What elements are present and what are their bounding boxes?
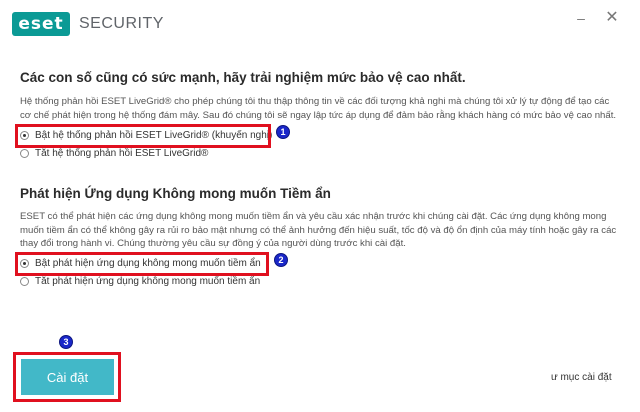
highlight-box-livegrid	[15, 124, 271, 148]
pua-title: Phát hiện Ứng dụng Không mong muốn Tiềm …	[20, 186, 331, 201]
close-icon[interactable]: ✕	[602, 8, 622, 28]
install-button[interactable]: Cài đặt	[21, 359, 114, 395]
product-name: SECURITY	[79, 15, 164, 32]
livegrid-title: Các con số cũng có sức mạnh, hãy trải ng…	[20, 70, 466, 85]
livegrid-description: Hệ thống phản hồi ESET LiveGrid® cho phé…	[20, 96, 617, 121]
install-folder-link[interactable]: ư mục cài đặt	[551, 372, 612, 383]
minimize-icon[interactable]: –	[571, 8, 591, 28]
radio-unchecked-icon[interactable]	[20, 277, 29, 286]
step-marker-1: 1	[276, 125, 290, 139]
highlight-box-pua	[15, 252, 269, 276]
eset-logo: eset SECURITY	[12, 12, 164, 36]
livegrid-option-disable[interactable]: Tắt hệ thống phản hồi ESET LiveGrid®	[20, 148, 208, 159]
step-marker-3: 3	[59, 335, 73, 349]
step-marker-2: 2	[274, 253, 288, 267]
pua-description: ESET có thể phát hiện các ứng dụng không…	[20, 211, 617, 249]
livegrid-option-disable-label: Tắt hệ thống phản hồi ESET LiveGrid®	[35, 148, 209, 159]
installer-window: eset SECURITY – ✕ Các con số cũng có sức…	[0, 0, 640, 412]
pua-option-disable[interactable]: Tắt phát hiện ứng dụng không mong muốn t…	[20, 276, 260, 287]
pua-option-disable-label: Tắt phát hiện ứng dụng không mong muốn t…	[35, 276, 261, 287]
radio-unchecked-icon[interactable]	[20, 149, 29, 158]
eset-logo-badge: eset	[12, 12, 70, 36]
